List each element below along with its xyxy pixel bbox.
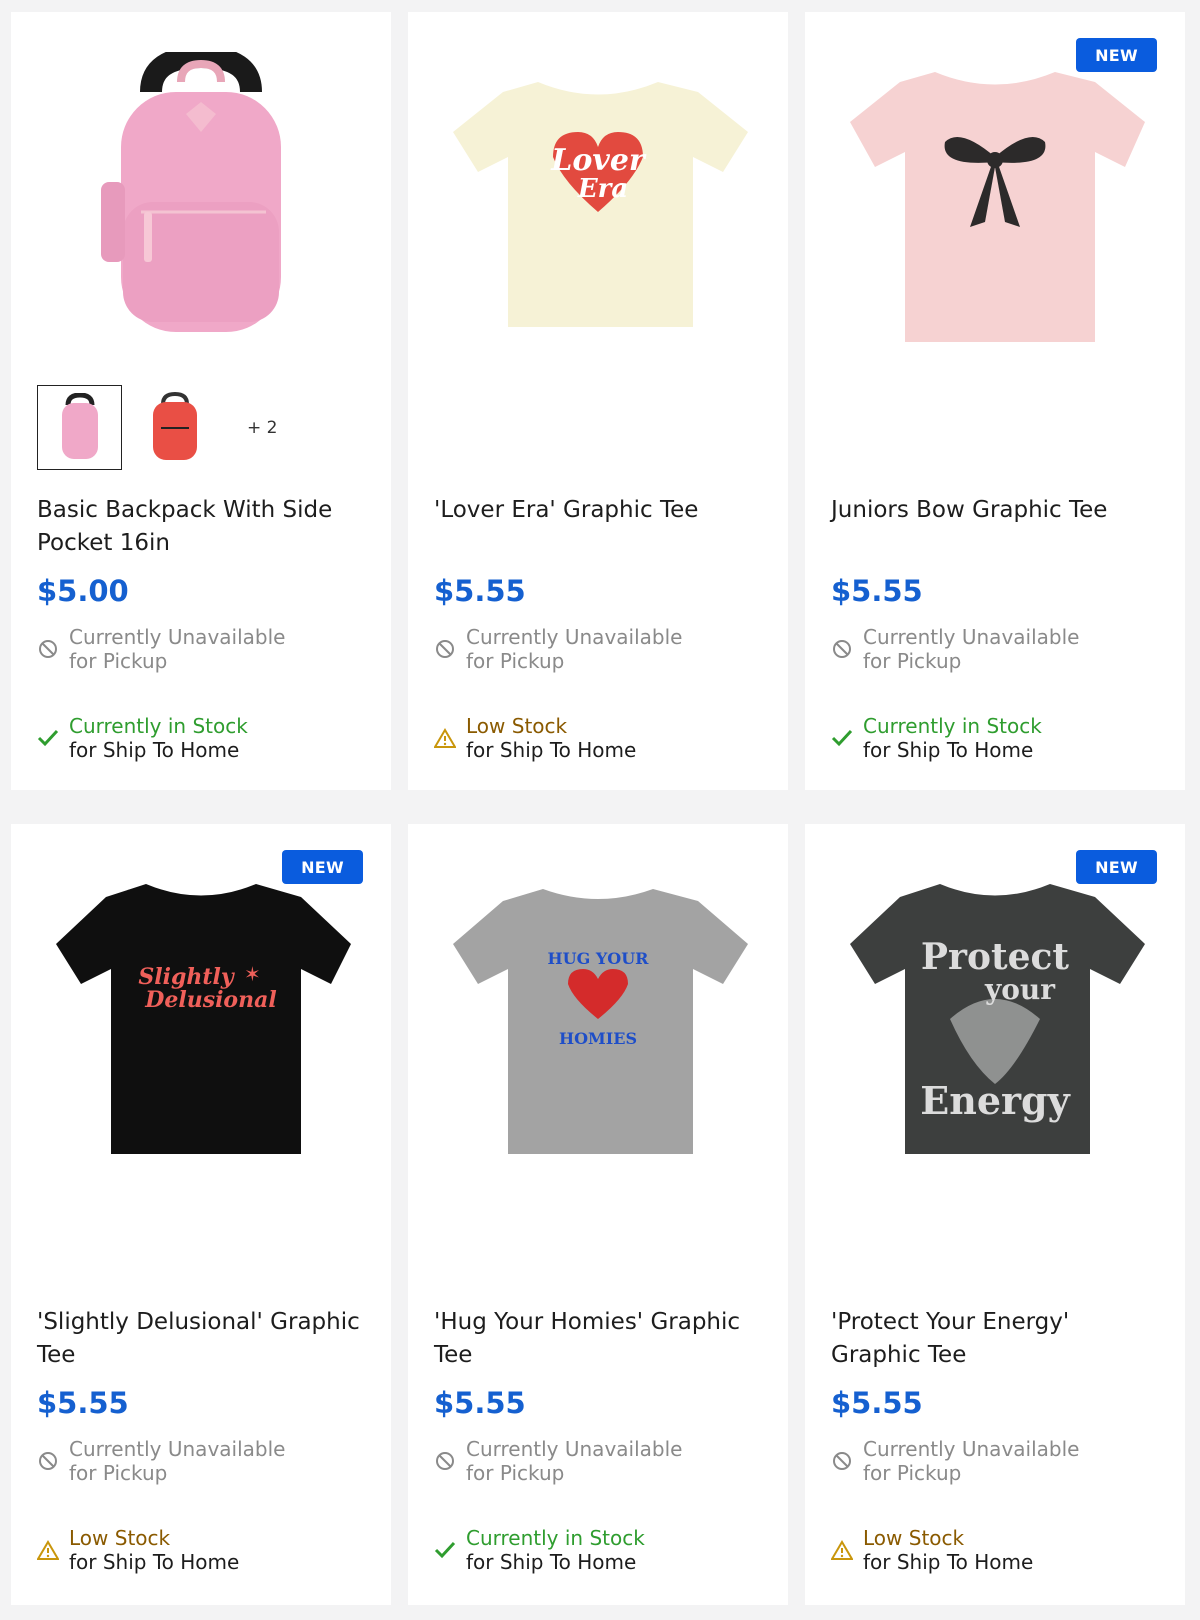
- pickup-status-label: Currently Unavailable: [863, 625, 1080, 649]
- product-title[interactable]: 'Slightly Delusional' Graphic Tee: [37, 1306, 367, 1372]
- ship-status: Currently in Stock for Ship To Home: [831, 714, 1042, 762]
- checkmark-icon: [37, 727, 59, 749]
- ship-status: Currently in Stock for Ship To Home: [434, 1526, 645, 1574]
- ship-status: Low Stock for Ship To Home: [831, 1526, 1033, 1574]
- product-card[interactable]: NEW Slightly Delusional ✶ 'Slightly Delu…: [11, 824, 391, 1605]
- product-card[interactable]: Lover Era 'Lover Era' Graphic Tee $5.55 …: [408, 12, 788, 790]
- product-image[interactable]: Protect your Energy: [825, 854, 1165, 1174]
- graphic-text-line1: Protect: [921, 936, 1070, 978]
- ship-status-sub: for Ship To Home: [466, 1550, 637, 1574]
- product-price: $5.00: [37, 574, 129, 608]
- checkmark-icon: [831, 727, 853, 749]
- product-card[interactable]: HUG YOUR HOMIES 'Hug Your Homies' Graphi…: [408, 824, 788, 1605]
- product-image[interactable]: [825, 42, 1165, 362]
- product-title[interactable]: Basic Backpack With Side Pocket 16in: [37, 494, 367, 560]
- ship-status-label: Currently in Stock: [69, 714, 248, 738]
- pickup-status-sub: for Pickup: [466, 1461, 565, 1485]
- graphic-text-line2: HOMIES: [559, 1029, 637, 1048]
- pickup-status-label: Currently Unavailable: [466, 625, 683, 649]
- ship-status-label: Currently in Stock: [466, 1526, 645, 1550]
- unavailable-icon: [37, 638, 59, 660]
- product-grid: + 2 Basic Backpack With Side Pocket 16in…: [0, 0, 1200, 1620]
- product-image[interactable]: Slightly Delusional ✶: [31, 854, 371, 1174]
- ship-status-label: Low Stock: [69, 1526, 171, 1550]
- pickup-status-label: Currently Unavailable: [863, 1437, 1080, 1461]
- product-title[interactable]: 'Protect Your Energy' Graphic Tee: [831, 1306, 1161, 1372]
- pickup-status: Currently Unavailable for Pickup: [434, 625, 682, 673]
- warning-icon: [37, 1539, 59, 1561]
- image-thumbnails: + 2: [37, 385, 277, 470]
- unavailable-icon: [831, 1450, 853, 1472]
- pickup-status: Currently Unavailable for Pickup: [434, 1437, 682, 1485]
- product-card[interactable]: NEW Juniors Bow Graphic Tee $5.55 Curren…: [805, 12, 1185, 790]
- pickup-status-label: Currently Unavailable: [466, 1437, 683, 1461]
- product-price: $5.55: [434, 574, 526, 608]
- thumbnail-pink[interactable]: [37, 385, 122, 470]
- ship-status-sub: for Ship To Home: [466, 738, 637, 762]
- checkmark-icon: [434, 1539, 456, 1561]
- unavailable-icon: [37, 1450, 59, 1472]
- product-image[interactable]: HUG YOUR HOMIES: [428, 854, 768, 1174]
- svg-text:✶: ✶: [244, 962, 261, 986]
- warning-icon: [831, 1539, 853, 1561]
- product-title[interactable]: 'Hug Your Homies' Graphic Tee: [434, 1306, 764, 1372]
- pickup-status-label: Currently Unavailable: [69, 1437, 286, 1461]
- unavailable-icon: [434, 1450, 456, 1472]
- pickup-status-label: Currently Unavailable: [69, 625, 286, 649]
- graphic-text-line3: Energy: [920, 1078, 1070, 1123]
- product-price: $5.55: [831, 1386, 923, 1420]
- product-title[interactable]: 'Lover Era' Graphic Tee: [434, 494, 764, 527]
- product-title[interactable]: Juniors Bow Graphic Tee: [831, 494, 1161, 527]
- pickup-status: Currently Unavailable for Pickup: [37, 1437, 285, 1485]
- ship-status-sub: for Ship To Home: [863, 738, 1034, 762]
- pickup-status: Currently Unavailable for Pickup: [831, 1437, 1079, 1485]
- warning-icon: [434, 727, 456, 749]
- ship-status-label: Low Stock: [863, 1526, 965, 1550]
- graphic-text-line1: HUG YOUR: [548, 949, 650, 968]
- graphic-text-line2: your: [984, 973, 1056, 1006]
- unavailable-icon: [434, 638, 456, 660]
- product-price: $5.55: [434, 1386, 526, 1420]
- ship-status-sub: for Ship To Home: [863, 1550, 1034, 1574]
- ship-status-label: Currently in Stock: [863, 714, 1042, 738]
- pickup-status-sub: for Pickup: [863, 1461, 962, 1485]
- pickup-status-sub: for Pickup: [69, 1461, 168, 1485]
- ship-status: Low Stock for Ship To Home: [37, 1526, 239, 1574]
- graphic-text-line1: Lover: [550, 143, 647, 178]
- pickup-status-sub: for Pickup: [69, 649, 168, 673]
- pickup-status: Currently Unavailable for Pickup: [37, 625, 285, 673]
- product-card[interactable]: NEW Protect your Energy 'Protect Your En…: [805, 824, 1185, 1605]
- pickup-status: Currently Unavailable for Pickup: [831, 625, 1079, 673]
- ship-status: Low Stock for Ship To Home: [434, 714, 636, 762]
- product-image[interactable]: Lover Era: [428, 42, 768, 362]
- ship-status-sub: for Ship To Home: [69, 1550, 240, 1574]
- product-price: $5.55: [37, 1386, 129, 1420]
- ship-status-sub: for Ship To Home: [69, 738, 240, 762]
- graphic-text-line2: Era: [577, 174, 628, 204]
- more-thumbnails-count[interactable]: + 2: [247, 418, 277, 438]
- ship-status-label: Low Stock: [466, 714, 568, 738]
- product-card[interactable]: + 2 Basic Backpack With Side Pocket 16in…: [11, 12, 391, 790]
- pickup-status-sub: for Pickup: [863, 649, 962, 673]
- unavailable-icon: [831, 638, 853, 660]
- thumbnail-red[interactable]: [132, 385, 217, 470]
- graphic-text-line2: Delusional: [144, 987, 276, 1013]
- pickup-status-sub: for Pickup: [466, 649, 565, 673]
- product-image[interactable]: [31, 42, 371, 362]
- ship-status: Currently in Stock for Ship To Home: [37, 714, 248, 762]
- product-price: $5.55: [831, 574, 923, 608]
